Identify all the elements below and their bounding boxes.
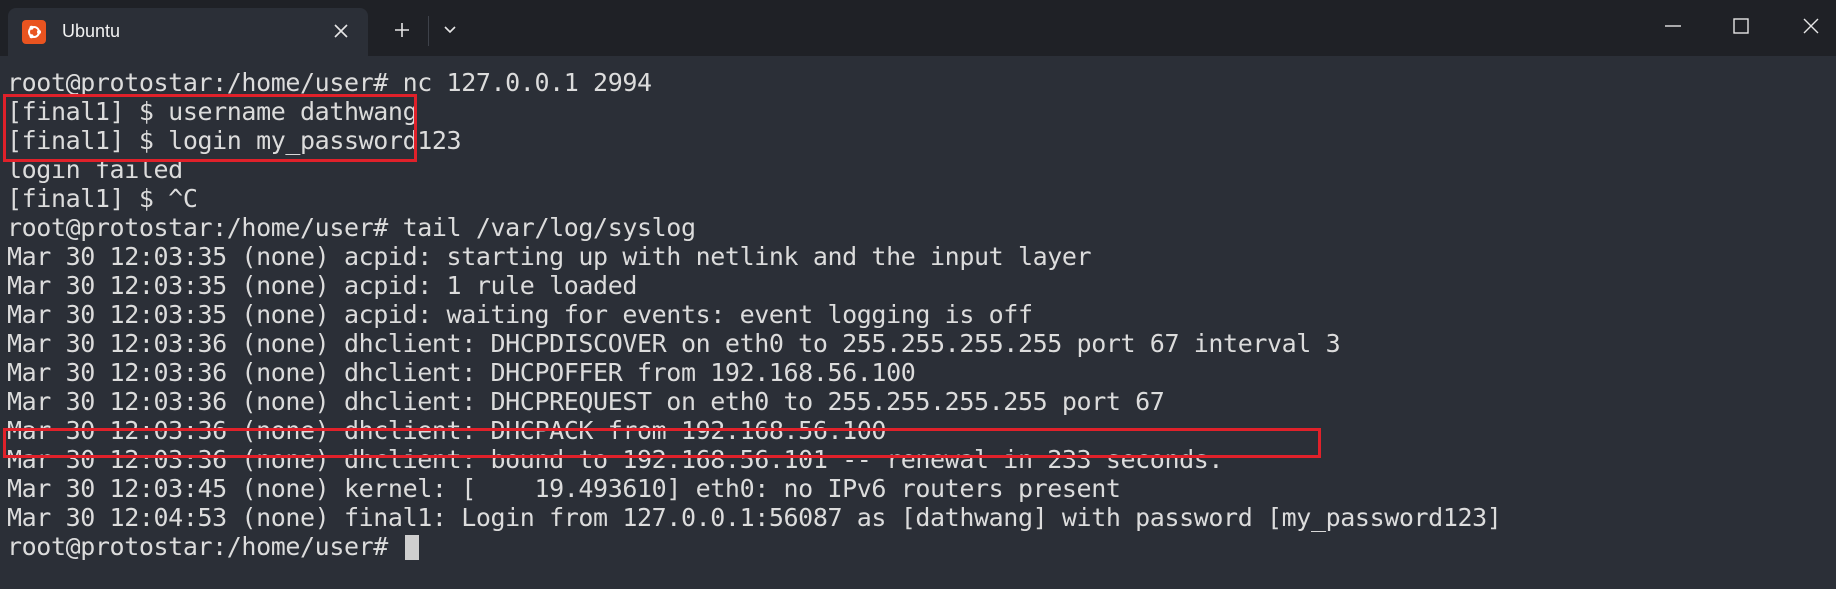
terminal-line: [final1] $ username dathwang [7,97,418,126]
terminal-line: Mar 30 12:03:45 (none) kernel: [ 19.4936… [7,474,1121,503]
tab-divider [428,16,429,46]
terminal-line: Mar 30 12:03:35 (none) acpid: starting u… [7,242,1092,271]
chevron-down-icon[interactable] [432,12,468,48]
terminal-line: Mar 30 12:03:36 (none) dhclient: DHCPOFF… [7,358,916,387]
terminal-line: [final1] $ login my_password123 [7,126,462,155]
terminal-line: root@protostar:/home/user# tail /var/log… [7,213,696,242]
terminal-line: root@protostar:/home/user# nc 127.0.0.1 … [7,68,652,97]
terminal-line: Mar 30 12:03:36 (none) dhclient: DHCPREQ… [7,387,1165,416]
terminal-output[interactable]: root@protostar:/home/user# nc 127.0.0.1 … [7,68,1827,583]
ubuntu-logo-icon [22,20,46,44]
terminal-line: Mar 30 12:03:36 (none) dhclient: bound t… [7,445,1224,474]
terminal-line: Mar 30 12:04:53 (none) final1: Login fro… [7,503,1502,532]
minimize-icon[interactable] [1638,0,1708,52]
terminal-cursor [404,535,419,560]
terminal-prompt: root@protostar:/home/user# [7,532,403,561]
terminal-line: [final1] $ ^C [7,184,198,213]
tab-ubuntu[interactable]: Ubuntu [8,8,368,56]
tab-title: Ubuntu [62,21,121,41]
terminal-line: Mar 30 12:03:36 (none) dhclient: DHCPDIS… [7,329,1341,358]
terminal-line: Mar 30 12:03:35 (none) acpid: waiting fo… [7,300,1033,329]
title-bar: Ubuntu [0,0,1836,56]
new-tab-plus-icon[interactable] [384,12,420,48]
terminal-line: Mar 30 12:03:36 (none) dhclient: DHCPACK… [7,416,887,445]
tab-close-icon[interactable] [328,18,354,44]
terminal-prompt-line: root@protostar:/home/user# [7,532,1827,561]
terminal-line: Mar 30 12:03:35 (none) acpid: 1 rule loa… [7,271,638,300]
maximize-icon[interactable] [1706,0,1776,52]
window-close-icon[interactable] [1776,0,1836,52]
terminal-line: login failed [7,155,183,184]
